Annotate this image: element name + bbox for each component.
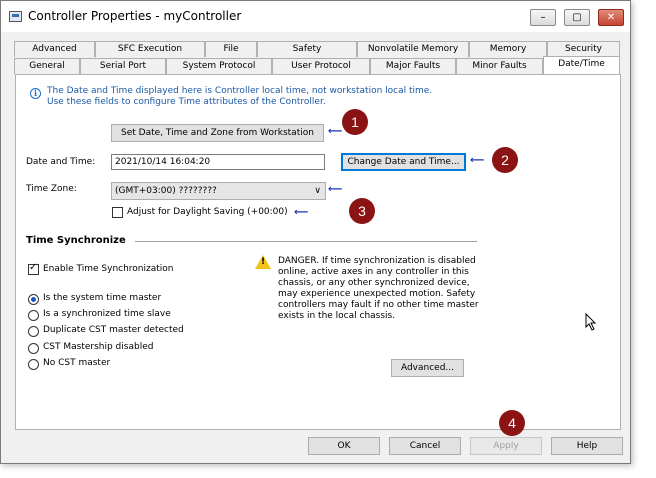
radio-no-cst-master-label: No CST master (43, 358, 111, 368)
tab-sfc-execution[interactable]: SFC Execution (95, 41, 205, 57)
daylight-saving-checkbox[interactable] (112, 207, 123, 218)
date-time-label: Date and Time: (26, 157, 96, 167)
radio-time-slave[interactable] (28, 310, 39, 321)
maximize-button[interactable]: ▢ (564, 9, 590, 26)
tab-serial-port[interactable]: Serial Port (80, 58, 166, 74)
cancel-button[interactable]: Cancel (389, 437, 461, 455)
danger-line-1: DANGER. If time synchronization is disab… (278, 256, 476, 266)
arrow-3-icon: ⟵ (328, 184, 343, 195)
callout-3: 3 (349, 198, 375, 224)
apply-button[interactable]: Apply (470, 437, 542, 455)
enable-time-sync-label: Enable Time Synchronization (43, 264, 174, 274)
tab-nonvolatile-memory[interactable]: Nonvolatile Memory (357, 41, 469, 57)
tab-system-protocol[interactable]: System Protocol (166, 58, 272, 74)
tab-minor-faults[interactable]: Minor Faults (456, 58, 543, 74)
arrow-dst-icon: ⟵ (294, 207, 309, 218)
tab-safety[interactable]: Safety (257, 41, 357, 57)
change-date-time-button[interactable]: Change Date and Time... (341, 153, 466, 171)
daylight-saving-label: Adjust for Daylight Saving (+00:00) (127, 207, 288, 217)
callout-1: 1 (342, 109, 368, 135)
checkmark-icon: ✓ (29, 262, 38, 273)
callout-2: 2 (492, 147, 518, 173)
set-from-workstation-button[interactable]: Set Date, Time and Zone from Workstation (111, 124, 324, 142)
radio-time-master-label: Is the system time master (43, 293, 162, 303)
danger-line-3: chassis, or any other synchronized devic… (278, 278, 470, 288)
danger-line-6: exists in the local chassis. (278, 311, 396, 321)
info-icon: i (30, 88, 41, 99)
arrow-1-icon: ⟵ (328, 126, 343, 137)
tab-security[interactable]: Security (547, 41, 620, 57)
window-title: Controller Properties - myController (28, 9, 242, 23)
time-sync-heading: Time Synchronize (26, 235, 126, 246)
radio-duplicate-cst[interactable] (28, 326, 39, 337)
section-divider (135, 241, 477, 242)
time-zone-select[interactable]: (GMT+03:00) ???????? ∨ (111, 182, 326, 200)
controller-properties-window: Controller Properties - myController – ▢… (0, 0, 631, 464)
arrow-2-icon: ⟵ (470, 155, 485, 166)
info-line-2: Use these fields to configure Time attri… (47, 97, 326, 107)
date-time-field[interactable]: 2021/10/14 16:04:20 (111, 154, 325, 170)
chevron-down-icon[interactable]: ∨ (314, 183, 321, 199)
ok-button[interactable]: OK (308, 437, 380, 455)
radio-duplicate-cst-label: Duplicate CST master detected (43, 325, 184, 335)
warning-exclamation-icon: ! (261, 257, 266, 267)
danger-line-2: online, active axes in any controller in… (278, 267, 469, 277)
radio-cst-disabled[interactable] (28, 343, 39, 354)
app-icon (9, 11, 22, 22)
tab-file[interactable]: File (205, 41, 257, 57)
tab-advanced[interactable]: Advanced (14, 41, 95, 57)
tab-general[interactable]: General (14, 58, 80, 74)
radio-time-master[interactable] (28, 294, 39, 305)
advanced-button[interactable]: Advanced... (391, 359, 464, 377)
tab-major-faults[interactable]: Major Faults (370, 58, 456, 74)
mouse-cursor-icon (585, 313, 597, 331)
info-line-1: The Date and Time displayed here is Cont… (47, 86, 433, 96)
minimize-button[interactable]: – (530, 9, 556, 26)
radio-no-cst-master[interactable] (28, 359, 39, 370)
tab-user-protocol[interactable]: User Protocol (272, 58, 370, 74)
tab-date-time[interactable]: Date/Time (543, 56, 620, 74)
time-zone-value: (GMT+03:00) ???????? (115, 186, 217, 196)
close-button[interactable]: ✕ (598, 9, 624, 26)
enable-time-sync-checkbox[interactable]: ✓ (28, 262, 39, 275)
danger-line-5: controllers may fault if no other time m… (278, 300, 479, 310)
title-bar[interactable]: Controller Properties - myController – ▢… (1, 1, 630, 32)
danger-line-4: may experience unexpected motion. Safety (278, 289, 476, 299)
tab-memory[interactable]: Memory (469, 41, 547, 57)
time-zone-label: Time Zone: (26, 184, 77, 194)
help-button[interactable]: Help (551, 437, 623, 455)
callout-4: 4 (499, 410, 525, 436)
radio-time-slave-label: Is a synchronized time slave (43, 309, 171, 319)
radio-cst-disabled-label: CST Mastership disabled (43, 342, 154, 352)
